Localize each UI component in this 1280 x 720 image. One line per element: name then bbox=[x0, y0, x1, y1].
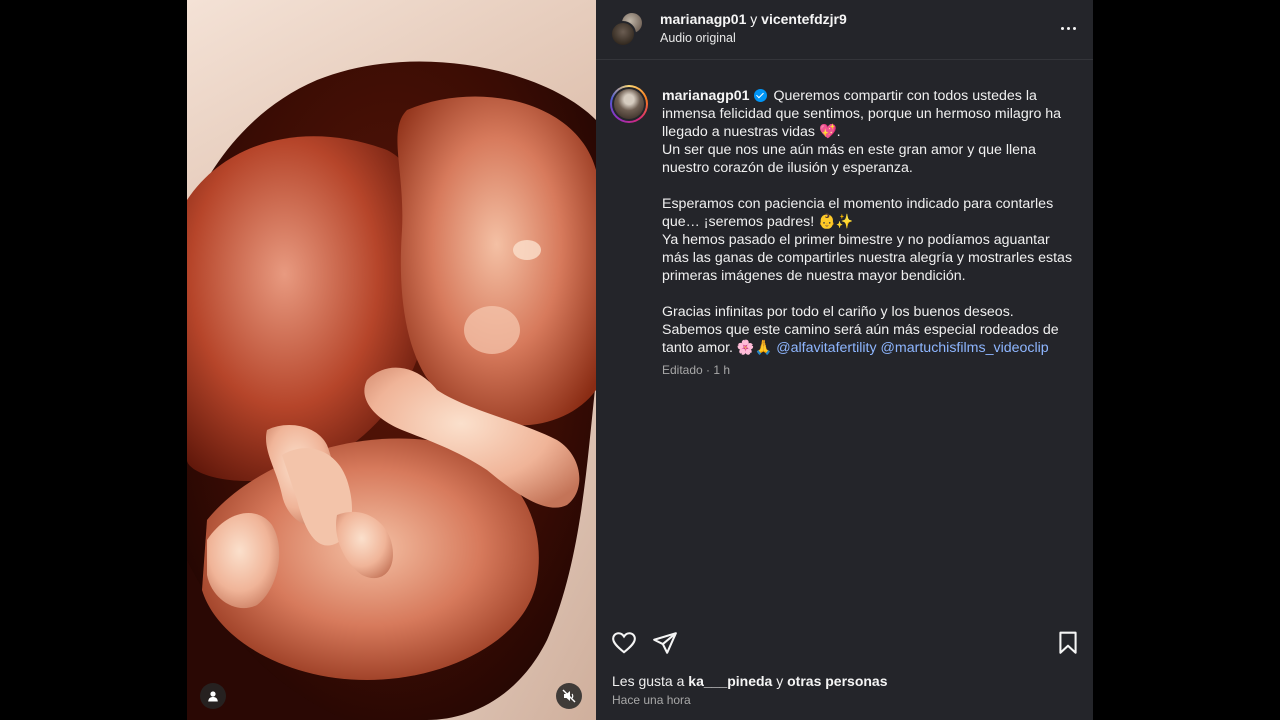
post-header: marianagp01 y vicentefdzjr9 Audio origin… bbox=[596, 0, 1093, 60]
verified-badge-icon bbox=[753, 89, 767, 102]
caption-line: que… ¡seremos padres! 👶✨ bbox=[662, 214, 854, 230]
caption-line: Ya hemos pasado el primer bimestre y no … bbox=[662, 232, 1050, 248]
tag-button[interactable] bbox=[200, 683, 226, 709]
caption-line: tanto amor. 🌸🙏 bbox=[662, 340, 773, 356]
ultrasound-image bbox=[187, 0, 596, 720]
likes-others-link[interactable]: otras personas bbox=[787, 673, 887, 689]
more-horizontal-icon-dot bbox=[1072, 26, 1076, 30]
caption-avatar[interactable] bbox=[610, 85, 648, 123]
post-media[interactable] bbox=[187, 0, 596, 720]
caption-line: Esperamos con paciencia el momento indic… bbox=[662, 196, 1054, 212]
caption-line: nuestro corazón de ilusión y esperanza. bbox=[662, 160, 913, 176]
mention-link[interactable]: @martuchisfilms_videoclip bbox=[881, 340, 1049, 356]
more-horizontal-icon-dot bbox=[1066, 26, 1070, 30]
joiner-text: y bbox=[750, 11, 758, 27]
collab-usernames: marianagp01 y vicentefdzjr9 bbox=[660, 11, 847, 27]
post-timestamp[interactable]: Hace una hora bbox=[612, 693, 691, 707]
more-horizontal-icon bbox=[1060, 26, 1064, 30]
username-link[interactable]: vicentefdzjr9 bbox=[761, 11, 847, 27]
like-button[interactable] bbox=[611, 630, 639, 658]
caption-text: marianagp01 Queremos compartir con todos… bbox=[662, 87, 1084, 357]
speaker-muted-icon bbox=[562, 689, 576, 703]
likes-summary[interactable]: Les gusta a ka___pineda y otras personas bbox=[612, 673, 888, 689]
share-button[interactable] bbox=[652, 630, 680, 658]
action-bar bbox=[596, 630, 1093, 660]
post-panel: marianagp01 y vicentefdzjr9 Audio origin… bbox=[596, 0, 1093, 720]
bookmark-icon bbox=[1059, 631, 1077, 654]
caption-line: Gracias infinitas por todo el cariño y l… bbox=[662, 304, 1014, 320]
avatar bbox=[610, 21, 636, 47]
caption-line: llegado a nuestras vidas 💖. bbox=[662, 124, 841, 140]
caption-line: más las ganas de compartirles nuestra al… bbox=[662, 250, 1073, 266]
avatar bbox=[614, 89, 644, 119]
caption-line: inmensa felicidad que sentimos, porque u… bbox=[662, 106, 1062, 122]
likes-prefix: Les gusta a bbox=[612, 673, 685, 689]
save-button[interactable] bbox=[1055, 630, 1083, 658]
caption-line: Sabemos que este camino será aún más esp… bbox=[662, 322, 1059, 338]
mention-link[interactable]: @alfavitafertility bbox=[776, 340, 876, 356]
caption-meta: Editado · 1 h bbox=[662, 363, 731, 377]
username-link[interactable]: marianagp01 bbox=[660, 11, 746, 27]
paper-plane-icon bbox=[653, 632, 677, 654]
more-options-button[interactable] bbox=[1056, 18, 1080, 38]
user-tag-icon bbox=[208, 691, 218, 702]
likes-joiner: y bbox=[776, 673, 784, 689]
caption-line: Queremos compartir con todos ustedes la bbox=[773, 88, 1037, 104]
caption-line: Un ser que nos une aún más en este gran … bbox=[662, 142, 1036, 158]
caption-username[interactable]: marianagp01 bbox=[662, 88, 750, 104]
heart-icon bbox=[612, 632, 636, 654]
likes-user-link[interactable]: ka___pineda bbox=[688, 673, 772, 689]
collab-avatars[interactable] bbox=[610, 11, 646, 47]
audio-link[interactable]: Audio original bbox=[660, 31, 736, 45]
avatar-ring-gap bbox=[612, 87, 646, 121]
caption-line: primeras imágenes de nuestra mayor bendi… bbox=[662, 268, 966, 284]
post-modal: marianagp01 y vicentefdzjr9 Audio origin… bbox=[187, 0, 1093, 720]
mute-button[interactable] bbox=[556, 683, 582, 709]
